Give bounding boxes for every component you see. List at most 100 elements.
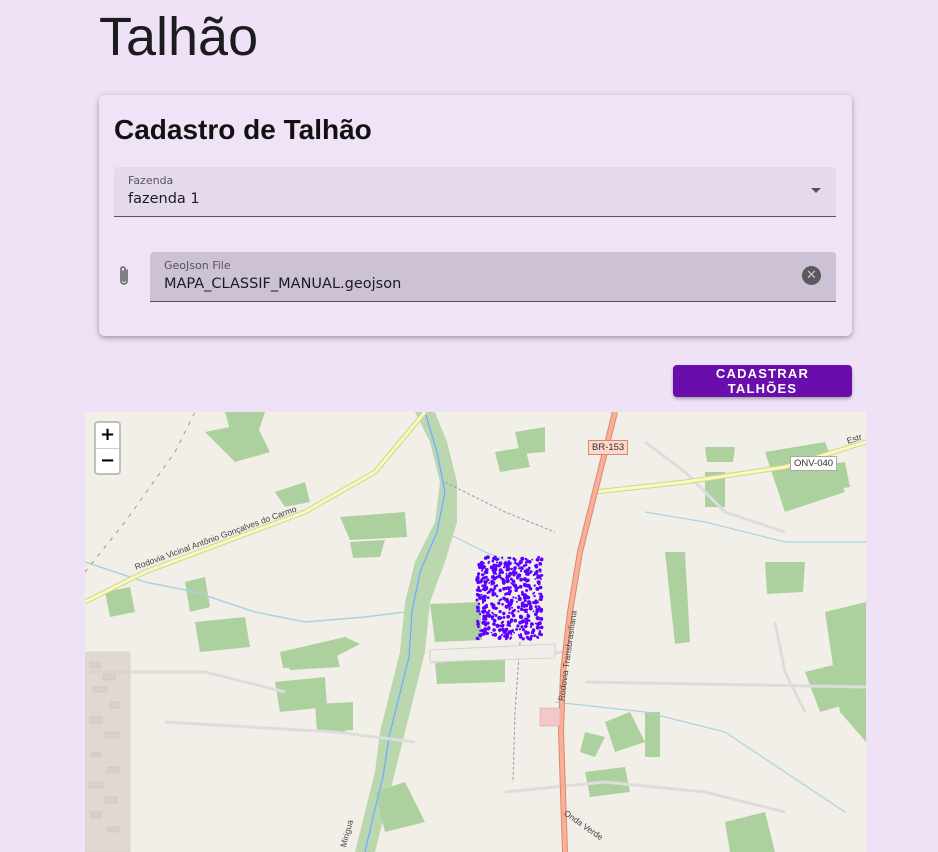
field-point xyxy=(507,567,511,571)
zoom-in-button[interactable]: + xyxy=(96,423,119,449)
field-point xyxy=(498,628,502,632)
field-point xyxy=(486,596,490,599)
field-point xyxy=(538,592,541,595)
field-point xyxy=(527,600,531,605)
field-point xyxy=(525,580,528,583)
field-point xyxy=(493,567,498,572)
field-point xyxy=(480,593,483,596)
zoom-out-button[interactable]: − xyxy=(96,449,119,474)
field-point xyxy=(524,617,527,620)
field-point xyxy=(515,600,518,603)
field-point xyxy=(477,602,481,606)
field-point xyxy=(513,608,516,612)
field-point xyxy=(506,561,511,566)
field-point xyxy=(483,620,487,624)
field-point xyxy=(513,619,517,623)
field-point xyxy=(484,580,488,584)
arrow-drop-down-icon[interactable] xyxy=(811,188,821,193)
field-point xyxy=(538,568,542,572)
field-point xyxy=(533,634,536,638)
field-point xyxy=(486,591,489,595)
field-point xyxy=(499,616,503,620)
field-point xyxy=(520,603,524,607)
field-point xyxy=(490,583,493,586)
field-point xyxy=(505,572,508,575)
field-point xyxy=(540,633,543,637)
field-point xyxy=(533,584,536,587)
field-point xyxy=(497,601,501,605)
field-point xyxy=(493,586,497,590)
field-point xyxy=(526,614,531,619)
field-point xyxy=(478,610,481,613)
field-point xyxy=(487,613,492,618)
cancel-icon[interactable]: ✕ xyxy=(802,266,821,285)
field-point xyxy=(515,562,519,566)
field-point xyxy=(532,601,535,604)
field-point xyxy=(493,556,496,559)
geojson-file-input[interactable]: GeoJson File MAPA_CLASSIF_MANUAL.geojson… xyxy=(150,252,836,302)
field-point xyxy=(516,624,520,628)
field-point xyxy=(482,605,487,610)
field-point xyxy=(477,637,480,641)
field-point xyxy=(483,584,486,587)
field-point xyxy=(517,597,522,602)
field-point xyxy=(525,571,530,576)
br153-shield: BR-153 xyxy=(588,440,629,455)
field-point xyxy=(483,627,487,631)
field-point xyxy=(511,606,513,609)
field-point xyxy=(513,584,518,589)
field-point xyxy=(526,620,529,623)
field-point xyxy=(518,584,523,589)
zoom-control: + − xyxy=(94,421,121,475)
field-point xyxy=(540,573,544,577)
field-point xyxy=(521,590,524,594)
field-point xyxy=(492,622,496,626)
field-point xyxy=(525,589,529,592)
field-point xyxy=(483,631,487,635)
field-point xyxy=(500,577,503,580)
field-point xyxy=(538,630,542,633)
field-point xyxy=(526,595,531,600)
field-point xyxy=(503,629,506,632)
field-point xyxy=(482,562,485,565)
field-point xyxy=(517,564,520,567)
field-point xyxy=(514,571,518,575)
field-point xyxy=(533,594,536,598)
field-point xyxy=(478,596,482,600)
map-tiles xyxy=(85,412,866,852)
field-point xyxy=(490,588,493,591)
field-point xyxy=(528,606,533,611)
field-point xyxy=(499,635,502,638)
field-point xyxy=(531,628,536,633)
map[interactable]: + − BR-153 ONV-040 Estr Rodovia Vicinal … xyxy=(85,412,866,852)
paperclip-icon[interactable] xyxy=(116,264,132,288)
field-point xyxy=(535,600,539,604)
field-point xyxy=(525,605,528,608)
field-point xyxy=(501,620,505,624)
field-point xyxy=(504,592,507,596)
field-point xyxy=(539,597,543,601)
field-point xyxy=(520,557,524,561)
cadastrar-talhoes-button[interactable]: CADASTRAR TALHÕES xyxy=(673,365,852,397)
field-point xyxy=(520,625,524,629)
field-point xyxy=(476,580,481,585)
field-point xyxy=(535,616,540,621)
field-point xyxy=(508,607,511,610)
field-point xyxy=(529,625,533,629)
field-point xyxy=(533,591,536,594)
field-point xyxy=(493,632,498,637)
field-point xyxy=(502,566,506,569)
field-point xyxy=(512,557,516,561)
field-point xyxy=(495,584,499,587)
field-point xyxy=(512,596,515,599)
field-point xyxy=(506,634,509,637)
field-point xyxy=(531,558,534,561)
field-point xyxy=(477,588,481,592)
field-point xyxy=(493,592,497,596)
fazenda-select[interactable]: Fazenda fazenda 1 xyxy=(114,167,836,217)
field-point xyxy=(534,564,539,569)
field-point xyxy=(488,590,491,593)
field-point xyxy=(502,587,506,591)
field-point xyxy=(518,628,522,631)
field-point xyxy=(535,586,540,591)
